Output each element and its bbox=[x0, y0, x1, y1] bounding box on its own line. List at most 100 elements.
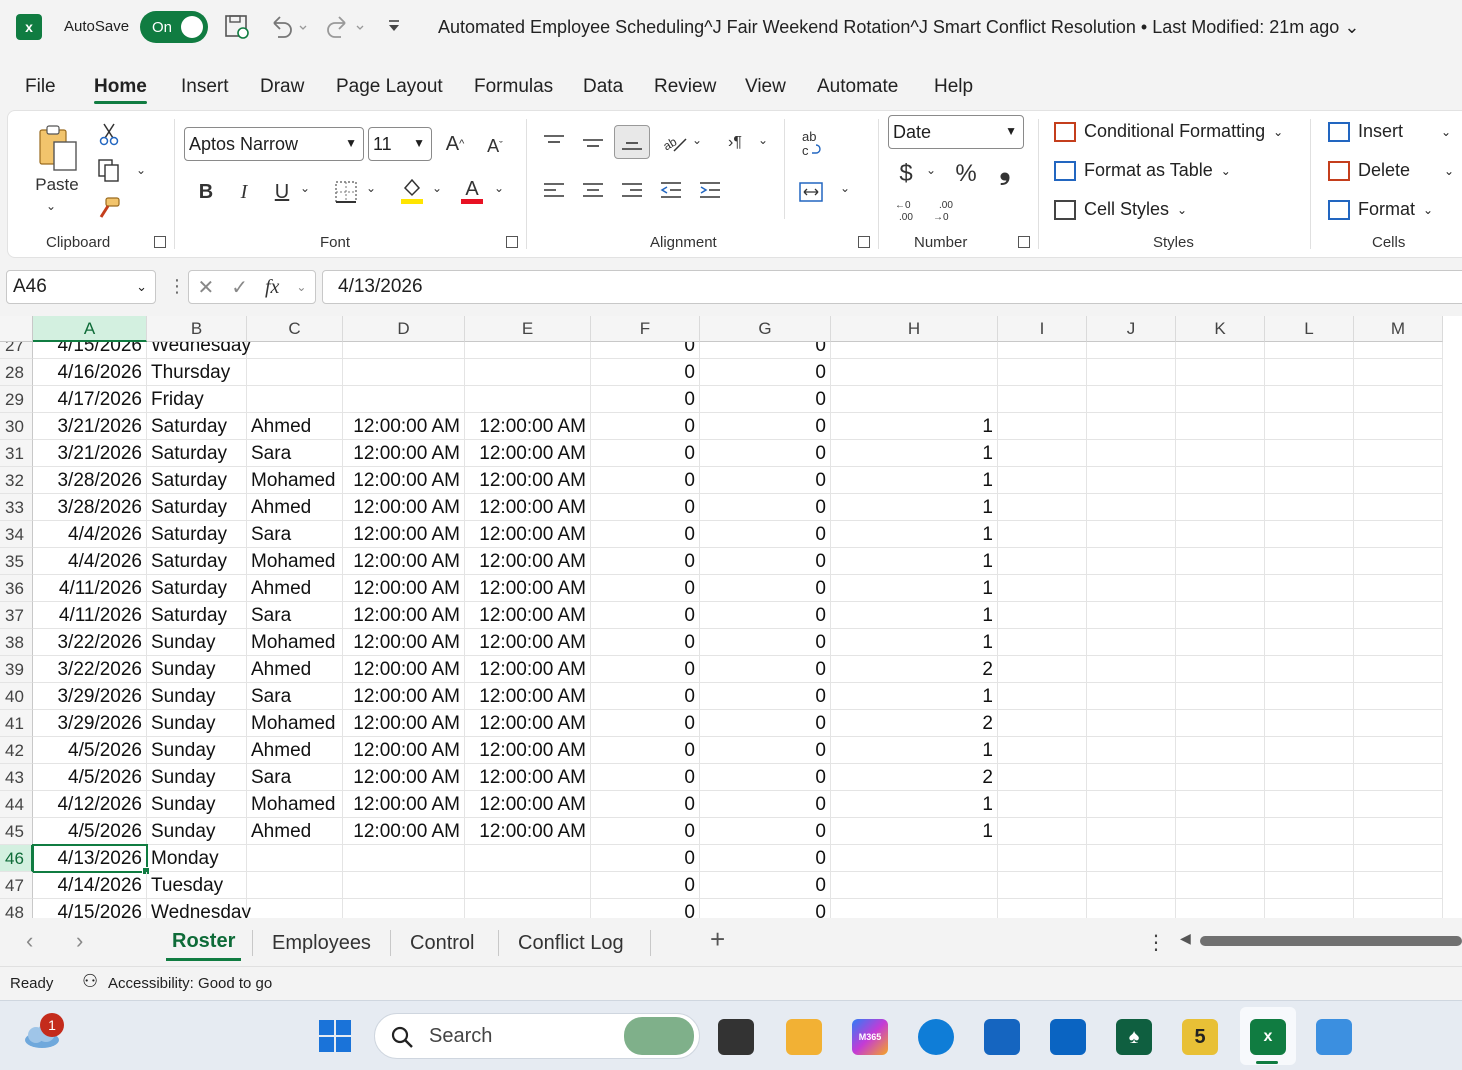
cell-b-40[interactable]: Sunday bbox=[147, 683, 247, 710]
cell-m-29[interactable] bbox=[1354, 386, 1443, 413]
accessibility-icon[interactable]: ⚇ bbox=[82, 971, 98, 992]
cell-c-47[interactable] bbox=[247, 872, 343, 899]
cell-k-45[interactable] bbox=[1176, 818, 1265, 845]
cell-g-42[interactable]: 0 bbox=[700, 737, 831, 764]
cell-k-29[interactable] bbox=[1176, 386, 1265, 413]
paste-dropdown-icon[interactable]: ⌄ bbox=[46, 199, 56, 213]
outlook-icon[interactable] bbox=[1050, 1019, 1086, 1055]
customize-qat-icon[interactable] bbox=[386, 16, 402, 42]
cell-f-33[interactable]: 0 bbox=[591, 494, 700, 521]
cell-a-34[interactable]: 4/4/2026 bbox=[33, 521, 147, 548]
cell-l-47[interactable] bbox=[1265, 872, 1354, 899]
cell-i-33[interactable] bbox=[998, 494, 1087, 521]
wrap-text-icon[interactable]: ab c bbox=[796, 127, 826, 161]
cell-b-38[interactable]: Sunday bbox=[147, 629, 247, 656]
text-direction-icon[interactable]: ›¶ bbox=[720, 129, 750, 157]
prev-sheet-icon[interactable]: ‹ bbox=[26, 928, 33, 954]
cell-i-48[interactable] bbox=[998, 899, 1087, 918]
cell-h-29[interactable] bbox=[831, 386, 998, 413]
tab-automate[interactable]: Automate bbox=[817, 76, 898, 98]
cell-e-28[interactable] bbox=[465, 359, 591, 386]
column-header-e[interactable]: E bbox=[465, 316, 591, 342]
cell-m-33[interactable] bbox=[1354, 494, 1443, 521]
cell-g-33[interactable]: 0 bbox=[700, 494, 831, 521]
cell-g-34[interactable]: 0 bbox=[700, 521, 831, 548]
cell-g-28[interactable]: 0 bbox=[700, 359, 831, 386]
row-header[interactable]: 32 bbox=[0, 467, 33, 494]
cell-j-47[interactable] bbox=[1087, 872, 1176, 899]
cell-i-30[interactable] bbox=[998, 413, 1087, 440]
cell-c-46[interactable] bbox=[247, 845, 343, 872]
cell-l-32[interactable] bbox=[1265, 467, 1354, 494]
name-box[interactable]: A46 ⌄ bbox=[6, 270, 156, 304]
tab-draw[interactable]: Draw bbox=[260, 76, 304, 98]
cell-d-28[interactable] bbox=[343, 359, 465, 386]
cell-m-30[interactable] bbox=[1354, 413, 1443, 440]
cell-c-33[interactable]: Ahmed bbox=[247, 494, 343, 521]
cell-j-35[interactable] bbox=[1087, 548, 1176, 575]
cell-l-36[interactable] bbox=[1265, 575, 1354, 602]
file-explorer-icon[interactable] bbox=[786, 1019, 822, 1055]
row-header[interactable]: 38 bbox=[0, 629, 33, 656]
cell-f-34[interactable]: 0 bbox=[591, 521, 700, 548]
row-header[interactable]: 44 bbox=[0, 791, 33, 818]
cell-c-40[interactable]: Sara bbox=[247, 683, 343, 710]
cell-k-46[interactable] bbox=[1176, 845, 1265, 872]
cell-l-28[interactable] bbox=[1265, 359, 1354, 386]
cell-d-42[interactable]: 12:00:00 AM bbox=[343, 737, 465, 764]
cell-h-41[interactable]: 2 bbox=[831, 710, 998, 737]
cell-f-46[interactable]: 0 bbox=[591, 845, 700, 872]
cell-b-37[interactable]: Saturday bbox=[147, 602, 247, 629]
cell-l-46[interactable] bbox=[1265, 845, 1354, 872]
cell-e-35[interactable]: 12:00:00 AM bbox=[465, 548, 591, 575]
name-box-dropdown-icon[interactable]: ⌄ bbox=[136, 279, 147, 295]
cell-j-46[interactable] bbox=[1087, 845, 1176, 872]
cell-h-44[interactable]: 1 bbox=[831, 791, 998, 818]
row-header[interactable]: 37 bbox=[0, 602, 33, 629]
cell-b-31[interactable]: Saturday bbox=[147, 440, 247, 467]
cell-g-41[interactable]: 0 bbox=[700, 710, 831, 737]
cell-a-28[interactable]: 4/16/2026 bbox=[33, 359, 147, 386]
cell-b-42[interactable]: Sunday bbox=[147, 737, 247, 764]
cell-b-47[interactable]: Tuesday bbox=[147, 872, 247, 899]
cell-l-29[interactable] bbox=[1265, 386, 1354, 413]
cell-g-38[interactable]: 0 bbox=[700, 629, 831, 656]
currency-dropdown-icon[interactable]: ⌄ bbox=[926, 163, 936, 177]
column-header-a[interactable]: A bbox=[33, 316, 147, 342]
cell-d-43[interactable]: 12:00:00 AM bbox=[343, 764, 465, 791]
increase-decimal-icon[interactable]: ←0.00 bbox=[892, 197, 922, 223]
cell-a-48[interactable]: 4/15/2026 bbox=[33, 899, 147, 918]
cell-c-38[interactable]: Mohamed bbox=[247, 629, 343, 656]
cell-l-35[interactable] bbox=[1265, 548, 1354, 575]
cell-g-48[interactable]: 0 bbox=[700, 899, 831, 918]
undo-icon[interactable] bbox=[268, 14, 308, 46]
insert-function-icon[interactable]: fx bbox=[265, 276, 279, 299]
middle-align-icon[interactable] bbox=[579, 129, 607, 157]
cell-f-40[interactable]: 0 bbox=[591, 683, 700, 710]
spreadsheet-grid[interactable]: A B C D E F G H I J K L M 27 4/15/2026 Wednesday 0 0 28 4/1… bbox=[0, 316, 1462, 918]
cell-j-37[interactable] bbox=[1087, 602, 1176, 629]
cell-f-28[interactable]: 0 bbox=[591, 359, 700, 386]
taskview-app-icon[interactable] bbox=[718, 1019, 754, 1055]
column-header-g[interactable]: G bbox=[700, 316, 831, 342]
cell-m-34[interactable] bbox=[1354, 521, 1443, 548]
cell-l-34[interactable] bbox=[1265, 521, 1354, 548]
cell-l-38[interactable] bbox=[1265, 629, 1354, 656]
cell-a-29[interactable]: 4/17/2026 bbox=[33, 386, 147, 413]
cell-f-35[interactable]: 0 bbox=[591, 548, 700, 575]
tab-home[interactable]: Home bbox=[94, 76, 147, 104]
cell-m-39[interactable] bbox=[1354, 656, 1443, 683]
cell-h-32[interactable]: 1 bbox=[831, 467, 998, 494]
cell-j-42[interactable] bbox=[1087, 737, 1176, 764]
row-header[interactable]: 30 bbox=[0, 413, 33, 440]
cell-b-44[interactable]: Sunday bbox=[147, 791, 247, 818]
cell-c-39[interactable]: Ahmed bbox=[247, 656, 343, 683]
cell-i-44[interactable] bbox=[998, 791, 1087, 818]
font-name-select[interactable]: Aptos Narrow ▼ bbox=[184, 127, 364, 161]
cell-m-28[interactable] bbox=[1354, 359, 1443, 386]
underline-dropdown-icon[interactable]: ⌄ bbox=[300, 181, 310, 195]
cell-j-34[interactable] bbox=[1087, 521, 1176, 548]
cell-d-37[interactable]: 12:00:00 AM bbox=[343, 602, 465, 629]
orientation-icon[interactable]: ab bbox=[660, 129, 690, 157]
cell-a-31[interactable]: 3/21/2026 bbox=[33, 440, 147, 467]
